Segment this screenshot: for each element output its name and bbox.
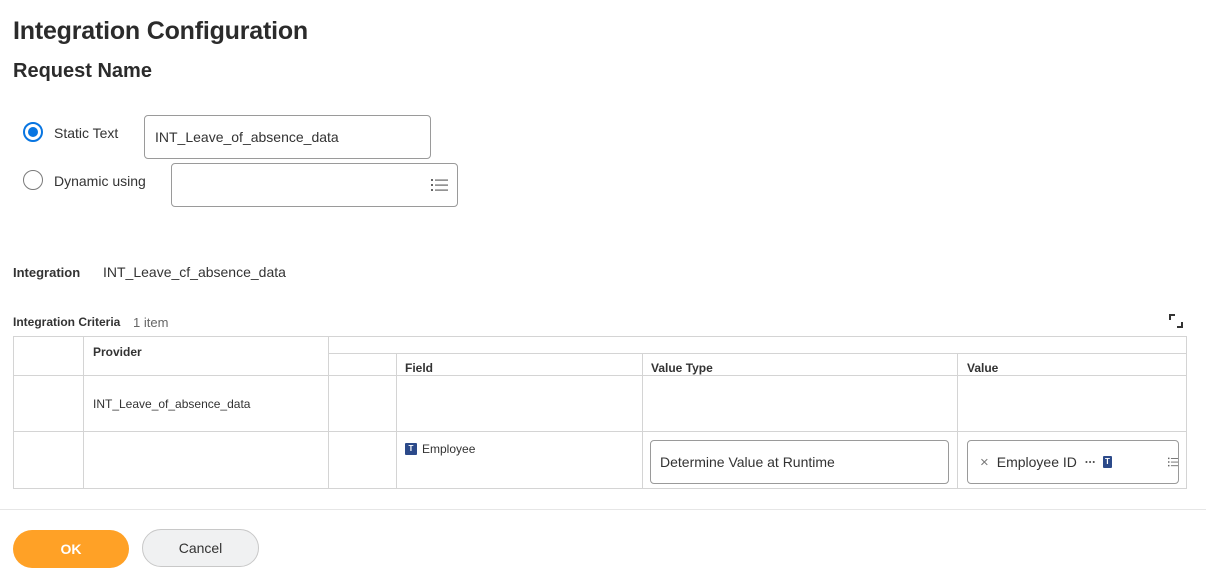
value-prompt[interactable]: Employee ID T — [967, 440, 1179, 484]
footer-divider — [0, 509, 1206, 510]
ok-button[interactable]: OK — [13, 530, 129, 568]
value-type-value: Determine Value at Runtime — [660, 454, 835, 470]
dynamic-using-label: Dynamic using — [54, 173, 146, 189]
column-header-value-type: Value Type — [651, 361, 713, 375]
more-dots-icon[interactable] — [1085, 460, 1095, 464]
dynamic-using-prompt[interactable] — [171, 163, 458, 207]
text-type-icon: T — [1103, 456, 1112, 468]
static-text-input[interactable] — [144, 115, 431, 159]
criteria-label: Integration Criteria — [13, 315, 121, 329]
expand-icon[interactable] — [1167, 312, 1185, 330]
prompt-list-icon[interactable] — [431, 178, 449, 192]
static-text-label: Static Text — [54, 125, 119, 141]
column-header-provider: Provider — [93, 345, 142, 359]
integration-label: Integration — [13, 265, 81, 280]
column-header-value: Value — [967, 361, 999, 375]
integration-value: INT_Leave_cf_absence_data — [103, 264, 286, 280]
cancel-button[interactable]: Cancel — [142, 529, 259, 567]
criteria-count: 1 item — [133, 315, 169, 330]
dynamic-using-radio[interactable] — [23, 170, 43, 190]
provider-cell: INT_Leave_of_absence_data — [93, 397, 251, 411]
value-selected-text: Employee ID — [996, 454, 1077, 470]
static-text-radio[interactable] — [23, 122, 43, 142]
criteria-grid: Provider Field Value Type Value INT_Leav… — [13, 336, 1187, 489]
page-title: Integration Configuration — [13, 17, 308, 45]
field-cell-label: Employee — [422, 442, 476, 456]
clear-x-icon[interactable] — [980, 456, 989, 468]
prompt-list-icon[interactable] — [1167, 455, 1178, 469]
value-type-select[interactable]: Determine Value at Runtime — [650, 440, 949, 484]
field-cell: T Employee — [405, 442, 475, 456]
column-header-field: Field — [405, 361, 434, 375]
text-type-icon: T — [405, 443, 417, 455]
section-title: Request Name — [13, 60, 152, 82]
